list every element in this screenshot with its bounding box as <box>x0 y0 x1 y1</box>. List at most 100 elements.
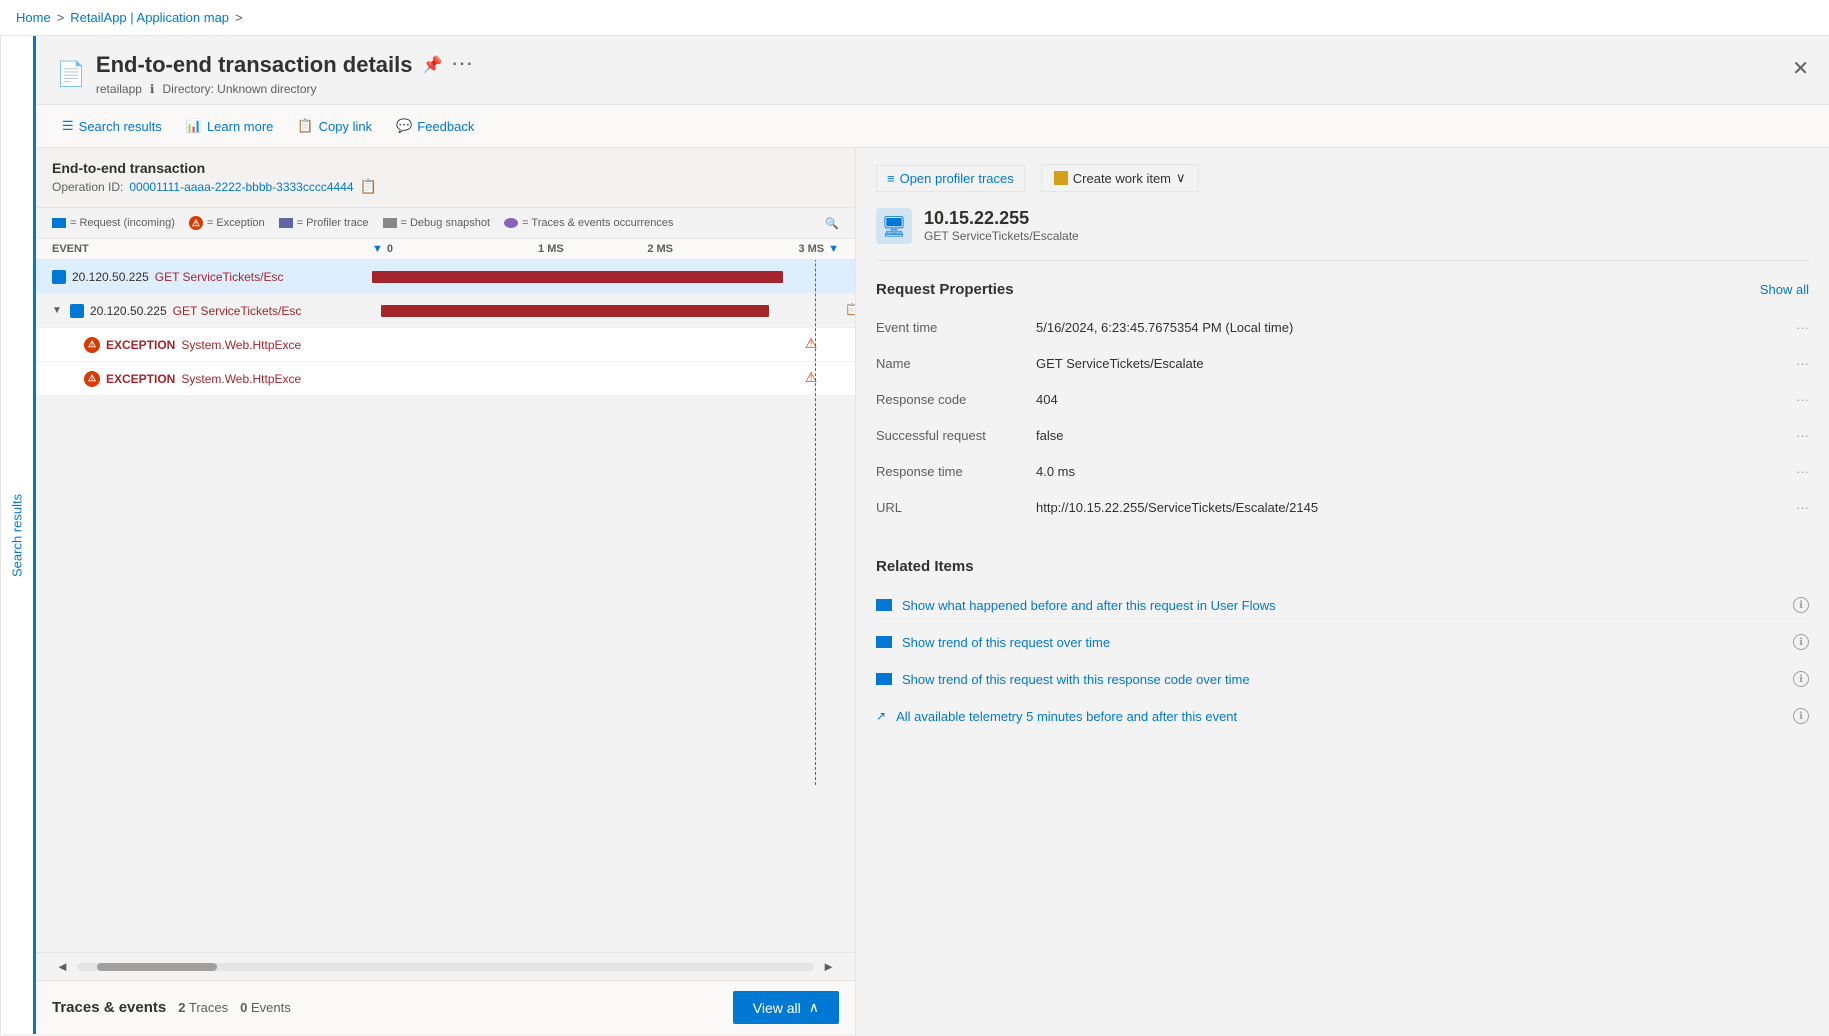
timeline-header: EVENT ▼ 0 1 MS 2 MS 3 MS ▼ <box>36 239 855 260</box>
chevron-down-icon: ∨ <box>1176 170 1186 186</box>
panel-dir: Directory: Unknown directory <box>162 82 316 96</box>
info-icon-4[interactable]: ℹ <box>1793 708 1809 724</box>
info-icon-3[interactable]: ℹ <box>1793 671 1809 687</box>
prop-name-event-time: Event time <box>876 310 1036 346</box>
prop-value-successful: false <box>1036 418 1779 454</box>
exception-icon-2: ⚠ <box>84 371 100 387</box>
prop-more-url[interactable]: ··· <box>1779 490 1809 526</box>
breadcrumb-app[interactable]: RetailApp | Application map <box>70 10 229 25</box>
prop-value-event-time: 5/16/2024, 6:23:45.7675354 PM (Local tim… <box>1036 310 1779 346</box>
prop-value-url: http://10.15.22.255/ServiceTickets/Escal… <box>1036 490 1779 526</box>
request-icon-2 <box>70 304 84 318</box>
show-all-button[interactable]: Show all <box>1760 282 1809 297</box>
expand-arrow-1[interactable]: ▼ <box>52 305 62 316</box>
feedback-label: Feedback <box>417 119 474 134</box>
sidebar-tab-search-results[interactable]: Search results <box>0 36 36 1034</box>
related-item[interactable]: Show trend of this request with this res… <box>876 661 1809 698</box>
prop-more-response-code[interactable]: ··· <box>1779 382 1809 418</box>
prop-name-successful: Successful request <box>876 418 1036 454</box>
prop-more-successful[interactable]: ··· <box>1779 418 1809 454</box>
endpoint-1: GET ServiceTickets/Esc <box>155 270 284 284</box>
prop-value-name: GET ServiceTickets/Escalate <box>1036 346 1779 382</box>
pin-icon[interactable]: 📌 <box>422 55 442 75</box>
prop-more-name[interactable]: ··· <box>1779 346 1809 382</box>
event-row[interactable]: 20.120.50.225 GET ServiceTickets/Esc <box>36 260 855 294</box>
copy-action-icon[interactable]: 📋 <box>845 303 855 316</box>
table-row: Name GET ServiceTickets/Escalate ··· <box>876 346 1809 382</box>
info-icon-2[interactable]: ℹ <box>1793 634 1809 650</box>
related-items-section: Related Items Show what happened before … <box>876 558 1809 735</box>
prop-name-name: Name <box>876 346 1036 382</box>
exception-marker-2: ⚠ <box>805 369 818 386</box>
panel-app: retailapp <box>96 82 142 96</box>
prop-more-event-time[interactable]: ··· <box>1779 310 1809 346</box>
exception-icon-1: ⚠ <box>84 337 100 353</box>
transaction-title: End-to-end transaction <box>52 160 839 176</box>
profiler-icon: ≡ <box>887 171 895 186</box>
table-row: Response time 4.0 ms ··· <box>876 454 1809 490</box>
copy-link-button[interactable]: 📋 Copy link <box>287 113 382 139</box>
legend-request-icon <box>52 218 66 228</box>
more-icon[interactable]: ··· <box>452 56 474 74</box>
sidebar-tab-label: Search results <box>10 493 25 576</box>
open-profiler-button[interactable]: ≡ Open profiler traces <box>876 165 1025 192</box>
prop-more-response-time[interactable]: ··· <box>1779 454 1809 490</box>
create-work-item-button[interactable]: Create work item ∨ <box>1041 164 1199 192</box>
scroll-track[interactable] <box>77 963 814 971</box>
related-item-text-1: Show what happened before and after this… <box>902 598 1783 613</box>
view-all-button[interactable]: View all ∧ <box>733 991 839 1024</box>
search-timeline-icon[interactable]: 🔍 <box>825 217 839 230</box>
time-0: 0 <box>387 243 496 255</box>
legend: = Request (incoming) ⚠ = Exception = Pro… <box>36 208 855 239</box>
related-item-text-2: Show trend of this request over time <box>902 635 1783 650</box>
chevron-up-icon: ∧ <box>809 999 819 1016</box>
filter-icon-right[interactable]: ▼ <box>828 243 839 255</box>
close-button[interactable]: ✕ <box>1792 56 1809 81</box>
scroll-right-arrow[interactable]: ► <box>818 957 839 976</box>
feedback-icon: 💬 <box>396 118 412 134</box>
breadcrumb-home[interactable]: Home <box>16 10 51 25</box>
table-row: Successful request false ··· <box>876 418 1809 454</box>
table-row: URL http://10.15.22.255/ServiceTickets/E… <box>876 490 1809 526</box>
learn-more-button[interactable]: 📊 Learn more <box>176 113 284 139</box>
trend-icon <box>876 636 892 648</box>
right-header-actions: ≡ Open profiler traces Create work item … <box>876 164 1809 192</box>
prop-name-url: URL <box>876 490 1036 526</box>
event-row[interactable]: ▼ 20.120.50.225 GET ServiceTickets/Esc 📋 <box>36 294 855 328</box>
related-item[interactable]: Show trend of this request over time ℹ <box>876 624 1809 661</box>
server-name-2: 20.120.50.225 <box>90 304 167 318</box>
copy-id-icon[interactable]: 📋 <box>360 178 377 195</box>
exception-name-2: System.Web.HttpExce <box>181 372 301 386</box>
legend-exception-label: = Exception <box>207 217 265 229</box>
info-icon-1[interactable]: ℹ <box>1793 597 1809 613</box>
legend-traces-label: = Traces & events occurrences <box>522 217 673 229</box>
exception-label-1: EXCEPTION <box>106 338 175 352</box>
filter-icon-left[interactable]: ▼ <box>372 243 383 255</box>
server-name-1: 20.120.50.225 <box>72 270 149 284</box>
copy-link-label: Copy link <box>319 119 372 134</box>
panel-title: End-to-end transaction details <box>96 52 413 78</box>
server-ip: 10.15.22.255 <box>924 208 1079 229</box>
search-results-label: Search results <box>79 119 162 134</box>
prop-value-response-code: 404 <box>1036 382 1779 418</box>
scrollbar-area: ◄ ► <box>36 952 855 980</box>
properties-table: Event time 5/16/2024, 6:23:45.7675354 PM… <box>876 310 1809 526</box>
related-item[interactable]: ↗ All available telemetry 5 minutes befo… <box>876 698 1809 735</box>
feedback-button[interactable]: 💬 Feedback <box>386 113 484 139</box>
scroll-left-arrow[interactable]: ◄ <box>52 957 73 976</box>
related-item[interactable]: Show what happened before and after this… <box>876 587 1809 624</box>
search-icon: ☰ <box>62 118 74 134</box>
view-all-label: View all <box>753 1000 801 1016</box>
exception-name-1: System.Web.HttpExce <box>181 338 301 352</box>
exception-row[interactable]: ⚠ EXCEPTION System.Web.HttpExce ⚠ <box>36 362 855 396</box>
exception-row[interactable]: ⚠ EXCEPTION System.Web.HttpExce ⚠ <box>36 328 855 362</box>
trend-code-icon <box>876 673 892 685</box>
timeline-bar-1 <box>372 271 783 283</box>
scroll-thumb[interactable] <box>97 963 217 971</box>
user-flows-icon <box>876 599 892 611</box>
breadcrumb-sep1: > <box>57 10 65 25</box>
document-icon: 📄 <box>56 60 86 89</box>
legend-request-label: = Request (incoming) <box>70 217 175 229</box>
search-results-button[interactable]: ☰ Search results <box>52 113 172 139</box>
legend-debug-icon <box>383 218 397 228</box>
